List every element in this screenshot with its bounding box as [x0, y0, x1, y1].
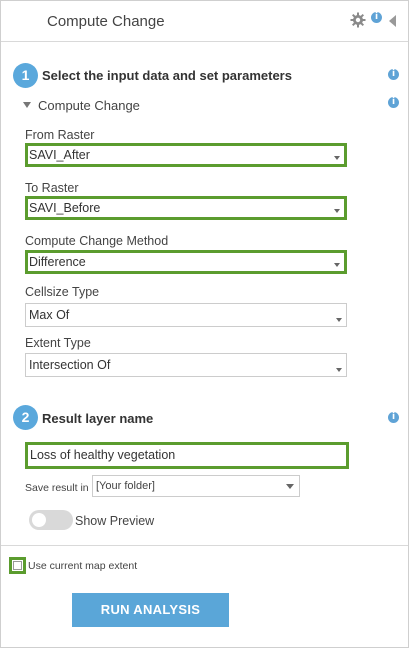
from-raster-select[interactable]: SAVI_After — [25, 143, 347, 167]
save-result-label: Save result in — [25, 482, 89, 494]
extent-type-label: Extent Type — [25, 336, 91, 350]
collapse-panel-icon[interactable] — [389, 15, 396, 27]
show-preview-toggle[interactable] — [29, 510, 73, 530]
panel-title: Compute Change — [47, 13, 165, 30]
folder-select[interactable]: [Your folder] — [92, 475, 300, 497]
cellsize-value: Max Of — [29, 308, 70, 322]
step-1-badge: 1 — [13, 63, 38, 88]
footer-divider — [1, 545, 408, 546]
checkbox-box — [13, 561, 22, 570]
show-preview-label: Show Preview — [75, 514, 155, 528]
from-raster-label: From Raster — [25, 128, 95, 142]
cellsize-label: Cellsize Type — [25, 285, 100, 299]
extent-type-value: Intersection Of — [29, 358, 111, 372]
step-1-info-icon[interactable]: i — [388, 69, 399, 80]
run-analysis-button[interactable]: RUN ANALYSIS — [72, 593, 229, 627]
to-raster-select[interactable]: SAVI_Before — [25, 196, 347, 220]
compute-change-section-toggle[interactable]: Compute Change — [23, 98, 140, 113]
dropdown-caret-icon — [334, 209, 340, 213]
method-value: Difference — [29, 255, 86, 269]
to-raster-label: To Raster — [25, 181, 79, 195]
step-1-title: Select the input data and set parameters — [42, 68, 292, 83]
use-map-extent-checkbox[interactable] — [9, 557, 26, 574]
panel-header: Compute Change i — [1, 1, 408, 42]
step-2-info-icon[interactable]: i — [388, 412, 399, 423]
method-select[interactable]: Difference — [25, 250, 347, 274]
expand-triangle-icon — [23, 102, 31, 108]
dropdown-caret-icon — [336, 318, 342, 322]
folder-value: [Your folder] — [96, 480, 155, 492]
gear-icon[interactable] — [350, 12, 366, 28]
result-layer-name-input[interactable]: Loss of healthy vegetation — [25, 442, 349, 469]
from-raster-value: SAVI_After — [29, 148, 90, 162]
cellsize-select[interactable]: Max Of — [25, 303, 347, 327]
result-layer-name-value: Loss of healthy vegetation — [30, 448, 176, 462]
step-2-badge: 2 — [13, 405, 38, 430]
section-info-icon[interactable]: i — [388, 97, 399, 108]
section-label: Compute Change — [38, 98, 140, 113]
dropdown-caret-icon — [334, 263, 340, 267]
step-2-title: Result layer name — [42, 411, 154, 426]
analysis-panel: Compute Change i 1 Select the input data… — [0, 0, 409, 648]
dropdown-caret-icon — [336, 368, 342, 372]
dropdown-caret-icon — [334, 156, 340, 160]
extent-type-select[interactable]: Intersection Of — [25, 353, 347, 377]
to-raster-value: SAVI_Before — [29, 201, 101, 215]
header-info-icon[interactable]: i — [371, 12, 382, 23]
toggle-knob — [32, 513, 46, 527]
use-map-extent-label: Use current map extent — [28, 560, 138, 572]
method-label: Compute Change Method — [25, 234, 169, 248]
dropdown-caret-icon — [286, 484, 294, 489]
